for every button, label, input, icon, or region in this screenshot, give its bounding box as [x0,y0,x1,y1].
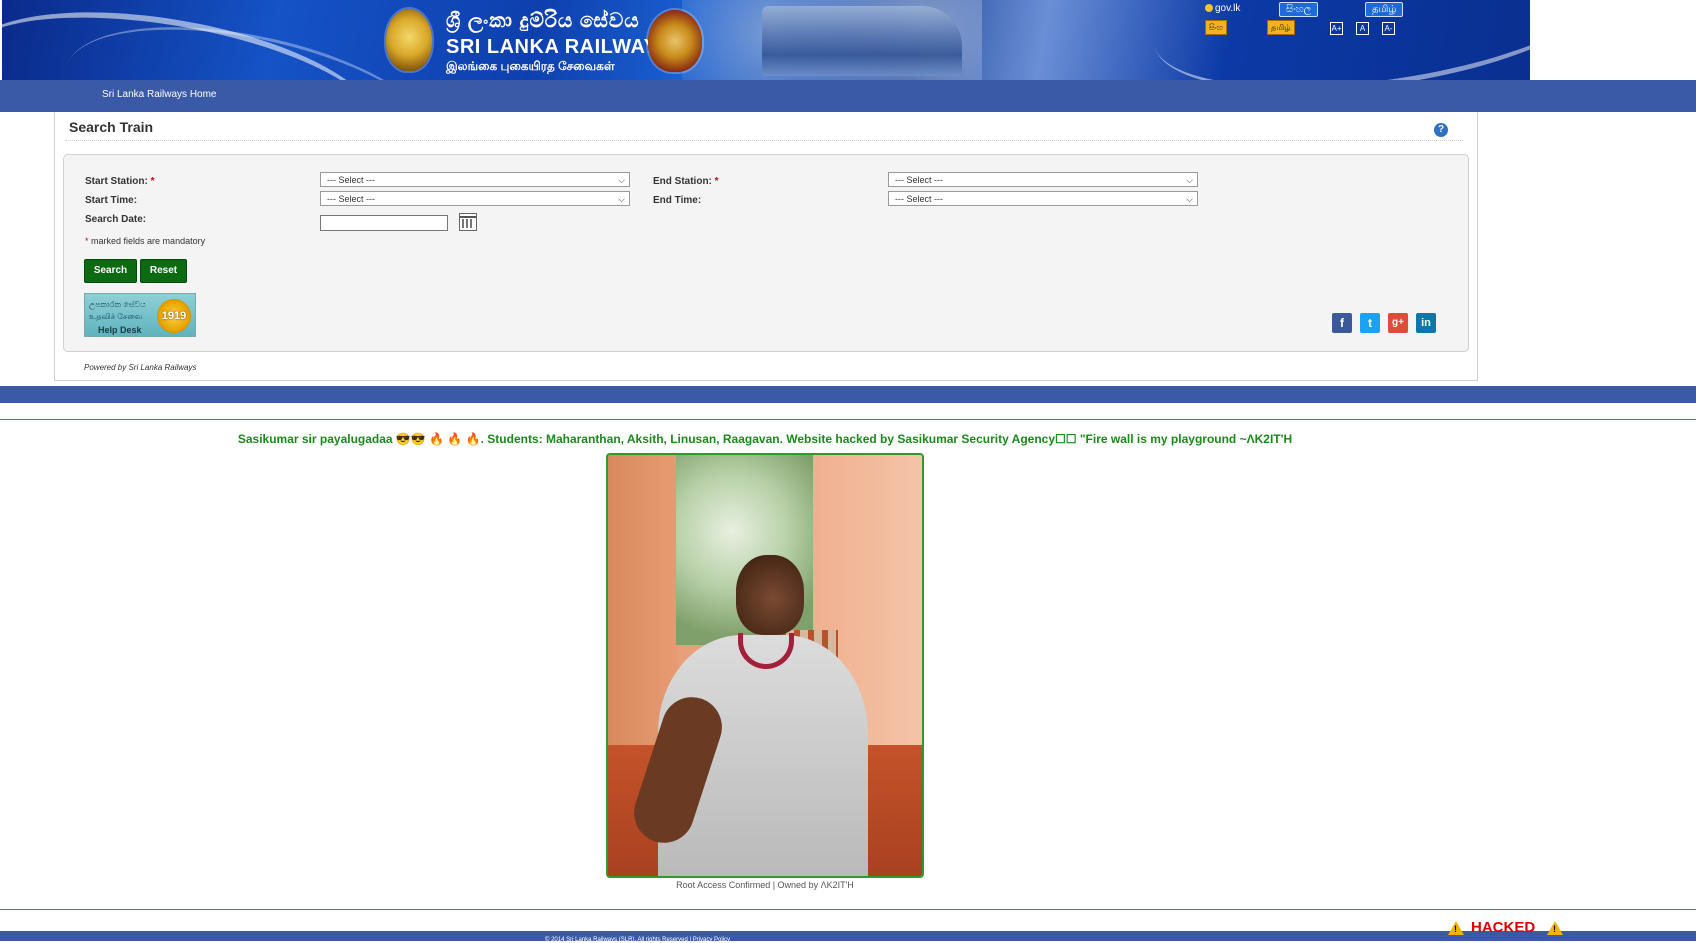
search-train-panel: Search Train ? Start Station: * --- Sele… [54,112,1478,381]
mandatory-note-text: marked fields are mandatory [91,236,206,246]
end-time-label: End Time: [653,195,702,206]
search-date-input[interactable] [320,215,448,231]
end-station-select[interactable]: --- Select --- ⌵ [888,172,1198,187]
help-desk-label: Help Desk [98,325,142,335]
banner-sinhala-title: ශ්‍රී ලංකා දුම්රිය සේවය [446,10,640,32]
calendar-icon[interactable] [459,213,477,231]
chevron-down-icon: ⌵ [618,175,625,185]
language-tamil-button[interactable]: தமிழ் [1365,2,1404,17]
start-time-value: --- Select --- [327,194,375,204]
footer-text: © 2014 Sri Lanka Railways (SLR). All rig… [545,937,731,943]
banner-tamil-title: இலங்கை புகையிரத சேவைகள் [446,59,615,73]
mandatory-note: * marked fields are mandatory [85,236,205,246]
banner-swoosh [1144,0,1530,80]
hacked-label: HACKED [1471,919,1536,936]
twitter-icon[interactable]: t [1360,313,1380,333]
tamil-flag-link[interactable]: தமிழ் [1267,20,1295,35]
warning-mark: ! [1553,924,1556,934]
defacement-photo [606,453,924,878]
search-date-label: Search Date: [85,214,147,225]
end-time-select[interactable]: --- Select --- ⌵ [888,191,1198,206]
photo-caption: Root Access Confirmed | Owned by ΛK2IT'H [676,880,854,890]
search-form: Start Station: * --- Select --- ⌵ End Sta… [63,154,1469,352]
reset-button[interactable]: Reset [140,259,187,283]
footer-bar [0,931,1696,941]
start-station-label: Start Station: * [85,176,154,187]
warning-icon: ! [1547,921,1563,935]
green-rule-top [0,419,1696,420]
language-sinhala-button[interactable]: සිංහල [1279,2,1319,17]
main-nav-bar: Sri Lanka Railways Home [0,80,1696,112]
end-station-label-text: End Station: [653,176,712,187]
defacement-message: Sasikumar sir payalugadaa 😎😎 🔥 🔥 🔥. Stud… [237,432,1293,446]
search-button[interactable]: Search [84,259,137,283]
gov-lk-link[interactable]: gov.lk [1205,3,1240,14]
start-station-label-text: Start Station: [85,176,148,187]
required-mark: * [714,176,719,187]
title-divider [65,140,1463,141]
banner-title: SRI LANKA RAILWAYS [446,36,672,58]
nav-home-link[interactable]: Sri Lanka Railways Home [102,89,217,100]
start-time-select[interactable]: --- Select --- ⌵ [320,191,630,206]
green-rule-bottom [0,909,1696,910]
facebook-icon[interactable]: f [1332,313,1352,333]
end-time-value: --- Select --- [895,194,943,204]
chevron-down-icon: ⌵ [1186,194,1193,204]
national-emblem-icon [386,9,432,71]
railway-emblem-icon [648,10,702,72]
sinhala-flag-link[interactable]: සිංහ [1205,20,1228,35]
warning-mark: ! [1454,924,1457,934]
chevron-down-icon: ⌵ [618,194,625,204]
font-size-decrease-button[interactable]: A- [1382,22,1395,35]
help-desk-sinhala-text: උපකාරක සේවය [89,300,146,309]
help-desk-number-badge: 1919 [157,299,191,333]
powered-by-text: Powered by Sri Lanka Railways [84,363,197,372]
section-divider-bar [0,386,1696,403]
start-time-label: Start Time: [85,195,138,206]
font-size-increase-button[interactable]: A+ [1330,22,1343,35]
required-mark: * [150,176,155,187]
help-desk-tamil-text: உதவிச் சேவை [89,312,143,321]
header-banner: ශ්‍රී ලංකා දුම්රිය සේවය SRI LANKA RAILWA… [2,0,1530,80]
chevron-down-icon: ⌵ [1186,175,1193,185]
font-size-normal-button[interactable]: A [1356,22,1369,35]
end-station-label: End Station: * [653,176,719,187]
banner-train-image [762,6,962,76]
linkedin-icon[interactable]: in [1416,313,1436,333]
photo-person-head [736,555,804,635]
warning-icon: ! [1448,921,1464,935]
gov-lk-label: gov.lk [1215,3,1241,14]
help-icon[interactable]: ? [1434,123,1448,137]
end-station-value: --- Select --- [895,175,943,185]
google-plus-icon[interactable]: g+ [1388,313,1408,333]
gov-lk-icon [1205,4,1213,13]
start-station-select[interactable]: --- Select --- ⌵ [320,172,630,187]
start-station-value: --- Select --- [327,175,375,185]
required-mark: * [85,236,89,246]
help-desk-banner[interactable]: උපකාරක සේවය உதவிச் சேவை Help Desk 1919 [84,293,196,337]
panel-title: Search Train [69,119,154,135]
